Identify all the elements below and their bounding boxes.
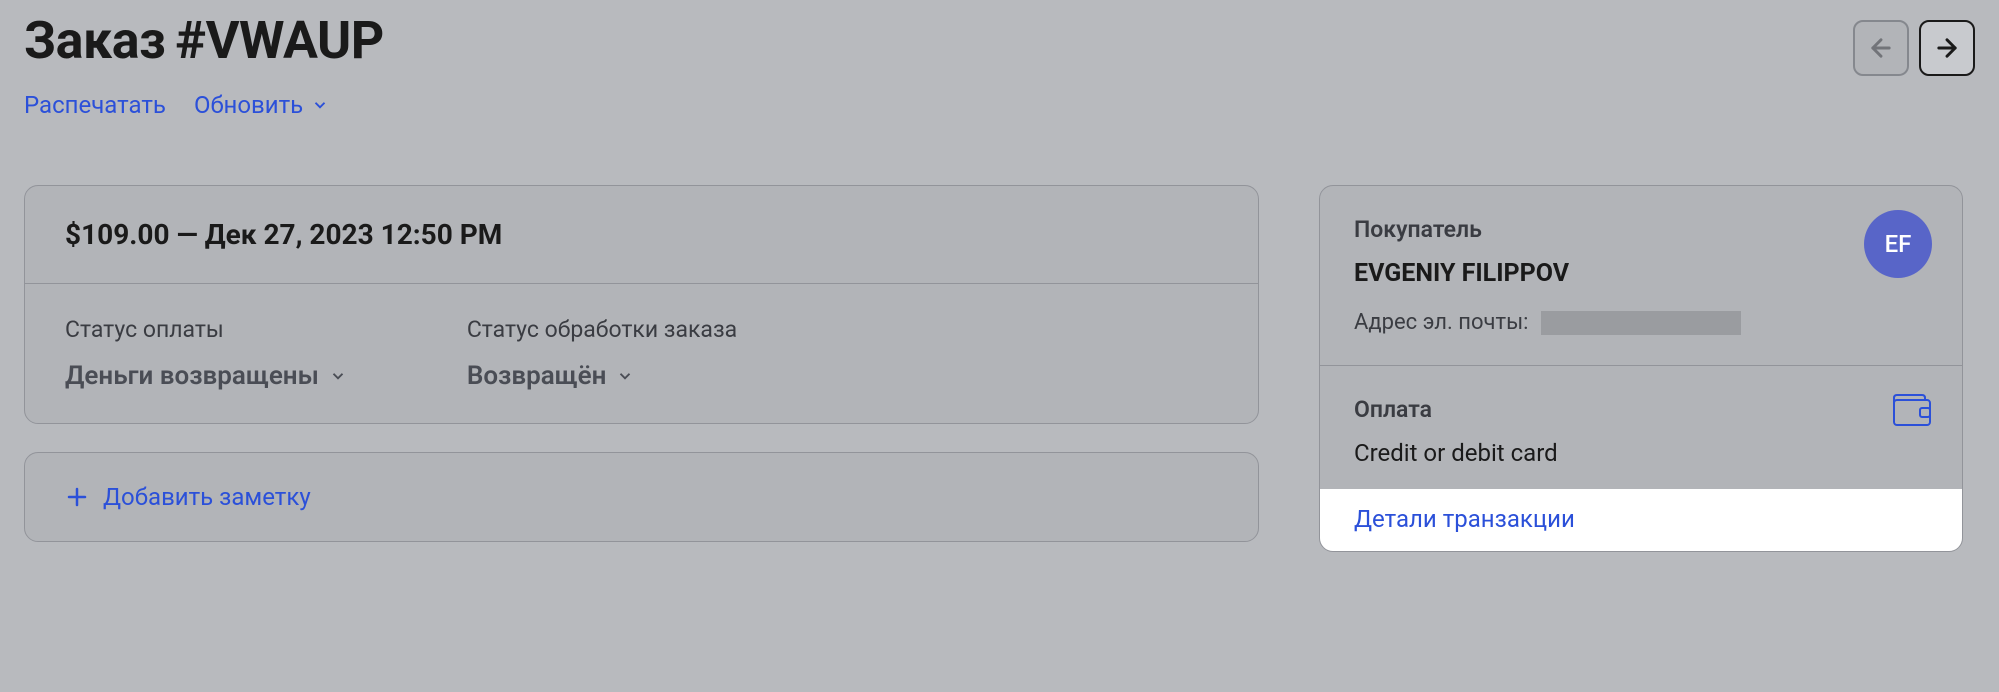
plus-icon: [65, 485, 89, 509]
payment-section: Оплата Credit or debit card Детали транз…: [1320, 366, 1962, 551]
payment-section-label: Оплата: [1354, 396, 1928, 423]
chevron-down-icon: [329, 367, 347, 385]
add-note-button[interactable]: Добавить заметку: [65, 483, 1218, 511]
sidebar-card: Покупатель EVGENIY FILIPPOV Адрес эл. по…: [1319, 185, 1963, 552]
page-title-prefix: Заказ: [24, 10, 165, 71]
payment-status-value: Деньги возвращены: [65, 361, 319, 391]
transaction-highlight: Детали транзакции: [1320, 489, 1962, 551]
print-label: Распечатать: [24, 91, 166, 119]
order-summary: $109.00 — Дек 27, 2023 12:50 PM: [65, 218, 1218, 251]
chevron-down-icon: [616, 367, 634, 385]
buyer-email-redacted: [1541, 311, 1741, 335]
update-label: Обновить: [194, 91, 303, 119]
arrow-left-icon: [1867, 34, 1895, 62]
transaction-details-link[interactable]: Детали транзакции: [1354, 505, 1575, 533]
chevron-down-icon: [311, 96, 329, 114]
payment-method: Credit or debit card: [1354, 439, 1928, 467]
print-button[interactable]: Распечатать: [24, 91, 166, 119]
fulfillment-status-dropdown[interactable]: Возвращён: [467, 361, 737, 391]
buyer-section-label: Покупатель: [1354, 216, 1928, 243]
update-button[interactable]: Обновить: [194, 91, 329, 119]
order-card: $109.00 — Дек 27, 2023 12:50 PM Статус о…: [24, 185, 1259, 424]
fulfillment-status-value: Возвращён: [467, 361, 607, 391]
add-note-label: Добавить заметку: [103, 483, 311, 511]
add-note-card: Добавить заметку: [24, 452, 1259, 542]
fulfillment-status-label: Статус обработки заказа: [467, 316, 737, 343]
buyer-section: Покупатель EVGENIY FILIPPOV Адрес эл. по…: [1320, 186, 1962, 366]
avatar: EF: [1864, 210, 1932, 278]
arrow-right-icon: [1933, 34, 1961, 62]
order-id: #VWAUP: [175, 10, 383, 71]
payment-status-dropdown[interactable]: Деньги возвращены: [65, 361, 347, 391]
payment-status-label: Статус оплаты: [65, 316, 347, 343]
wallet-icon: [1892, 392, 1932, 432]
buyer-email-label: Адрес эл. почты:: [1354, 310, 1529, 335]
next-order-button[interactable]: [1919, 20, 1975, 76]
buyer-name: EVGENIY FILIPPOV: [1354, 259, 1928, 288]
prev-order-button[interactable]: [1853, 20, 1909, 76]
